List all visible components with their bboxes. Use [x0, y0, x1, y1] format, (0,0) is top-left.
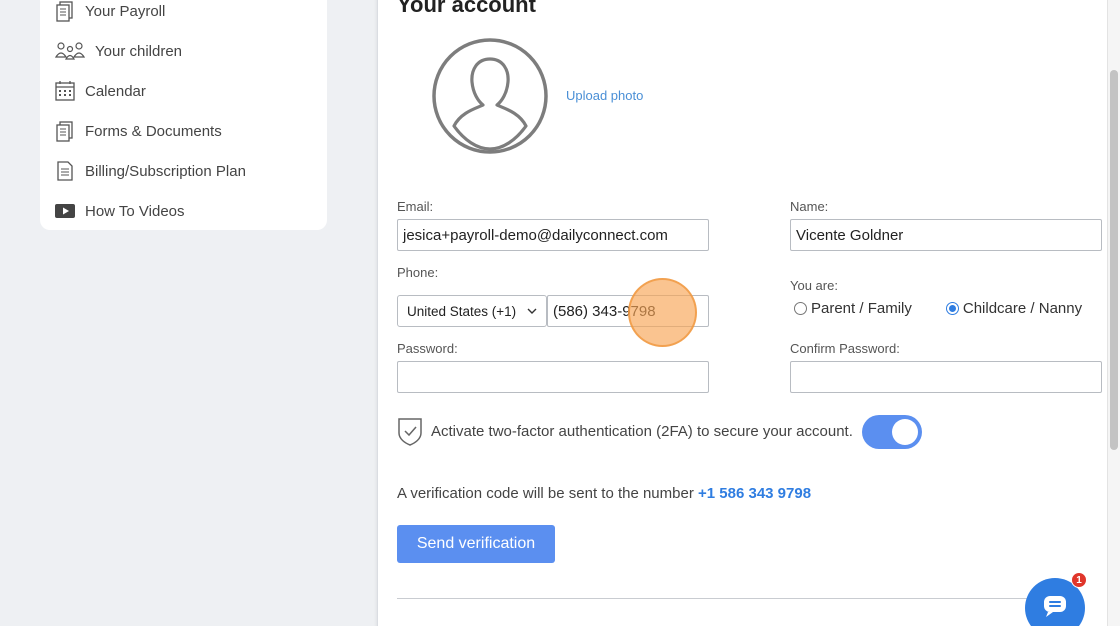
sidebar-item-your-payroll[interactable]: Your Payroll — [54, 0, 165, 26]
phone-label: Phone: — [397, 265, 439, 280]
toggle-knob — [892, 419, 918, 445]
divider — [397, 598, 1077, 599]
sidebar-item-label: Billing/Subscription Plan — [85, 162, 246, 180]
sidebar-item-how-to-videos[interactable]: How To Videos — [54, 196, 185, 226]
sidebar-item-forms-documents[interactable]: Forms & Documents — [54, 116, 222, 146]
email-label: Email: — [397, 199, 434, 214]
sidebar-item-your-children[interactable]: Your children — [54, 36, 182, 66]
upload-photo-link[interactable]: Upload photo — [566, 88, 643, 103]
you-are-label: You are: — [790, 278, 838, 293]
confirm-password-label: Confirm Password: — [790, 341, 900, 356]
verification-info: A verification code will be sent to the … — [397, 485, 811, 502]
video-icon — [54, 200, 76, 222]
billing-icon — [54, 160, 76, 182]
page-title: Your account — [397, 0, 536, 17]
two-factor-row: Activate two-factor authentication (2FA)… — [397, 416, 853, 446]
role-option-parent[interactable]: Parent / Family — [794, 300, 912, 317]
confirm-password-field[interactable] — [790, 361, 1102, 393]
phone-field[interactable]: (586) 343-9798 — [547, 295, 709, 327]
password-field[interactable] — [397, 361, 709, 393]
shield-check-icon — [398, 418, 422, 446]
role-option-label: Childcare / Nanny — [962, 300, 1083, 317]
sidebar-item-label: Forms & Documents — [85, 122, 222, 140]
sidebar-item-label: Your children — [95, 42, 183, 60]
verification-number: +1 586 343 9798 — [698, 485, 812, 502]
sidebar-item-label: How To Videos — [85, 202, 185, 220]
email-field[interactable]: jesica+payroll-demo@dailyconnect.com — [397, 219, 709, 251]
avatar-placeholder-icon — [432, 38, 548, 154]
name-field[interactable]: Vicente Goldner — [790, 219, 1102, 251]
account-panel: Your account Upload photo Email: jesica+… — [377, 0, 1107, 626]
sidebar-item-label: Your Payroll — [85, 2, 166, 20]
verification-text: A verification code will be sent to the … — [397, 485, 694, 502]
radio-childcare[interactable] — [945, 302, 959, 315]
chevron-down-icon — [527, 308, 537, 314]
name-label: Name: — [790, 199, 829, 214]
children-icon — [54, 40, 86, 62]
scrollbar[interactable] — [1107, 0, 1120, 626]
payroll-icon — [54, 0, 76, 22]
forms-icon — [54, 120, 76, 142]
password-label: Password: — [397, 341, 458, 356]
sidebar-nav: Your Payroll Your children Calendar Form… — [40, 0, 327, 230]
chat-icon — [1044, 596, 1066, 617]
role-option-childcare[interactable]: Childcare / Nanny — [945, 300, 1083, 317]
two-factor-toggle[interactable] — [862, 415, 922, 449]
chat-notification-badge: 1 — [1071, 572, 1087, 588]
country-code-value: United States (+1) — [407, 303, 517, 319]
two-factor-text: Activate two-factor authentication (2FA)… — [431, 422, 853, 440]
send-verification-button[interactable]: Send verification — [397, 525, 555, 563]
sidebar-item-label: Calendar — [85, 82, 146, 100]
sidebar-item-calendar[interactable]: Calendar — [54, 76, 146, 106]
sidebar-item-billing[interactable]: Billing/Subscription Plan — [54, 156, 246, 186]
role-radio-group: Parent / Family Childcare / Nanny — [794, 300, 1082, 317]
role-option-label: Parent / Family — [811, 300, 912, 317]
calendar-icon — [54, 80, 76, 102]
avatar[interactable] — [431, 37, 549, 155]
radio-parent[interactable] — [794, 302, 807, 315]
scrollbar-thumb[interactable] — [1110, 70, 1118, 450]
country-code-select[interactable]: United States (+1) — [397, 295, 547, 327]
